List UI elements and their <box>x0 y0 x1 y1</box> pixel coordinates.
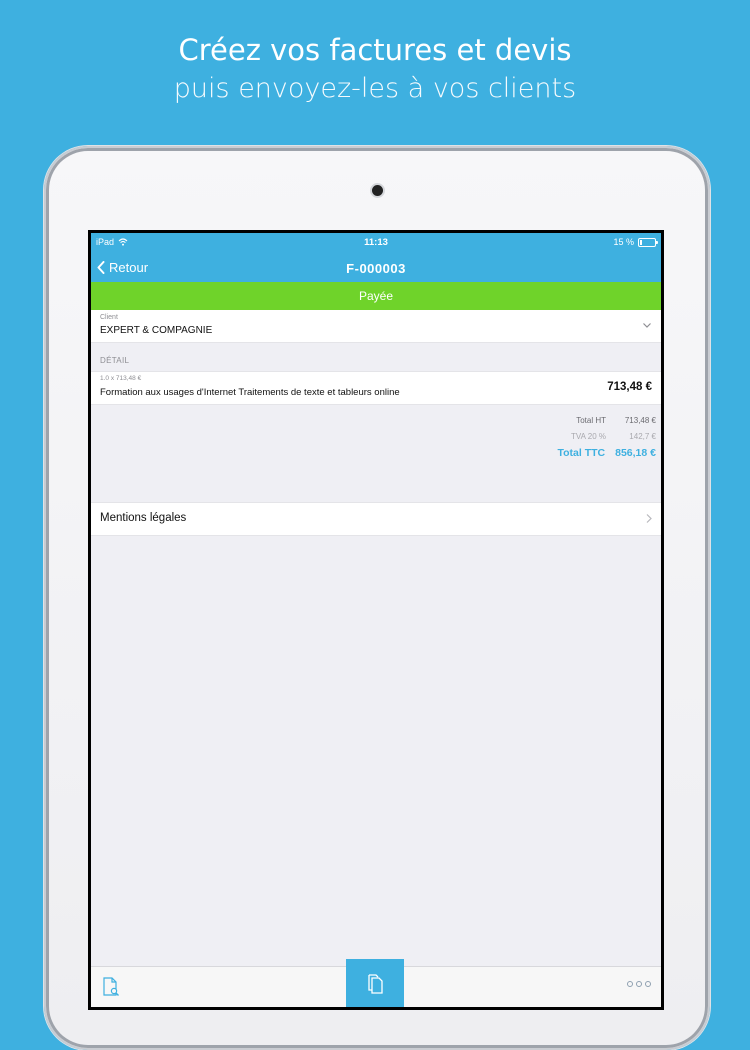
dot <box>627 981 633 987</box>
dot <box>645 981 651 987</box>
promo-subtitle: puis envoyez-les à vos clients <box>173 73 577 104</box>
line-item-amount: 713,48 € <box>607 381 652 393</box>
total-ht-value: 713,48 € <box>624 416 656 425</box>
total-ht-row: Total HT 713,48 € <box>576 416 656 425</box>
battery-percent: 15 % <box>613 237 634 247</box>
total-ht-label: Total HT <box>576 416 606 425</box>
total-ttc-row: Total TTC 856,18 € <box>557 447 656 459</box>
line-item-quantity: 1.0 x 713,48 € <box>100 375 142 382</box>
status-badge: Payée <box>91 282 661 310</box>
list-item[interactable]: 1.0 x 713,48 € Formation aux usages d'In… <box>91 371 661 405</box>
tva-value: 142,7 € <box>629 432 656 441</box>
ipad-screen: iPad 11:13 15 % Retour F-000003 Payée Cl… <box>88 230 664 1010</box>
legal-mentions-row[interactable]: Mentions légales <box>91 502 661 536</box>
document-icon <box>368 974 383 994</box>
client-selector[interactable]: Client EXPERT & COMPAGNIE <box>91 310 661 343</box>
more-dots-icon[interactable] <box>627 981 651 987</box>
document-search-icon[interactable] <box>102 977 120 997</box>
promo-title: Créez vos factures et devis <box>178 33 572 67</box>
client-name: EXPERT & COMPAGNIE <box>100 325 213 336</box>
navigation-bar: Retour F-000003 <box>91 255 661 285</box>
totals-block: Total HT 713,48 € TVA 20 % 142,7 € Total… <box>91 405 661 502</box>
invoice-app: iPad 11:13 15 % Retour F-000003 Payée Cl… <box>91 233 661 1007</box>
battery-icon <box>638 237 658 247</box>
status-bar: iPad 11:13 15 % <box>91 237 661 251</box>
status-time: 11:13 <box>364 237 388 248</box>
client-label: Client <box>100 314 118 321</box>
top-bar: iPad 11:13 15 % Retour F-000003 Payée <box>91 233 661 310</box>
total-ttc-value: 856,18 € <box>615 447 656 459</box>
status-right: 15 % <box>613 237 658 247</box>
tva-row: TVA 20 % 142,7 € <box>571 432 656 441</box>
ipad-frame: iPad 11:13 15 % Retour F-000003 Payée Cl… <box>44 146 710 1050</box>
detail-section-header: DÉTAIL <box>91 343 661 371</box>
promo-headline: Créez vos factures et devis puis envoyez… <box>0 30 750 108</box>
total-ttc-label: Total TTC <box>557 447 606 459</box>
bottom-toolbar <box>91 959 661 1007</box>
legal-mentions-label: Mentions légales <box>100 512 187 524</box>
line-item-description: Formation aux usages d'Internet Traiteme… <box>100 387 400 398</box>
dot <box>636 981 642 987</box>
detail-header: DÉTAIL <box>100 356 130 365</box>
camera-icon <box>372 185 383 196</box>
tva-label: TVA 20 % <box>571 432 606 441</box>
battery-fill <box>640 239 642 245</box>
chevron-right-icon <box>646 514 652 523</box>
chevron-down-icon <box>643 323 651 328</box>
page-title: F-000003 <box>346 261 406 276</box>
